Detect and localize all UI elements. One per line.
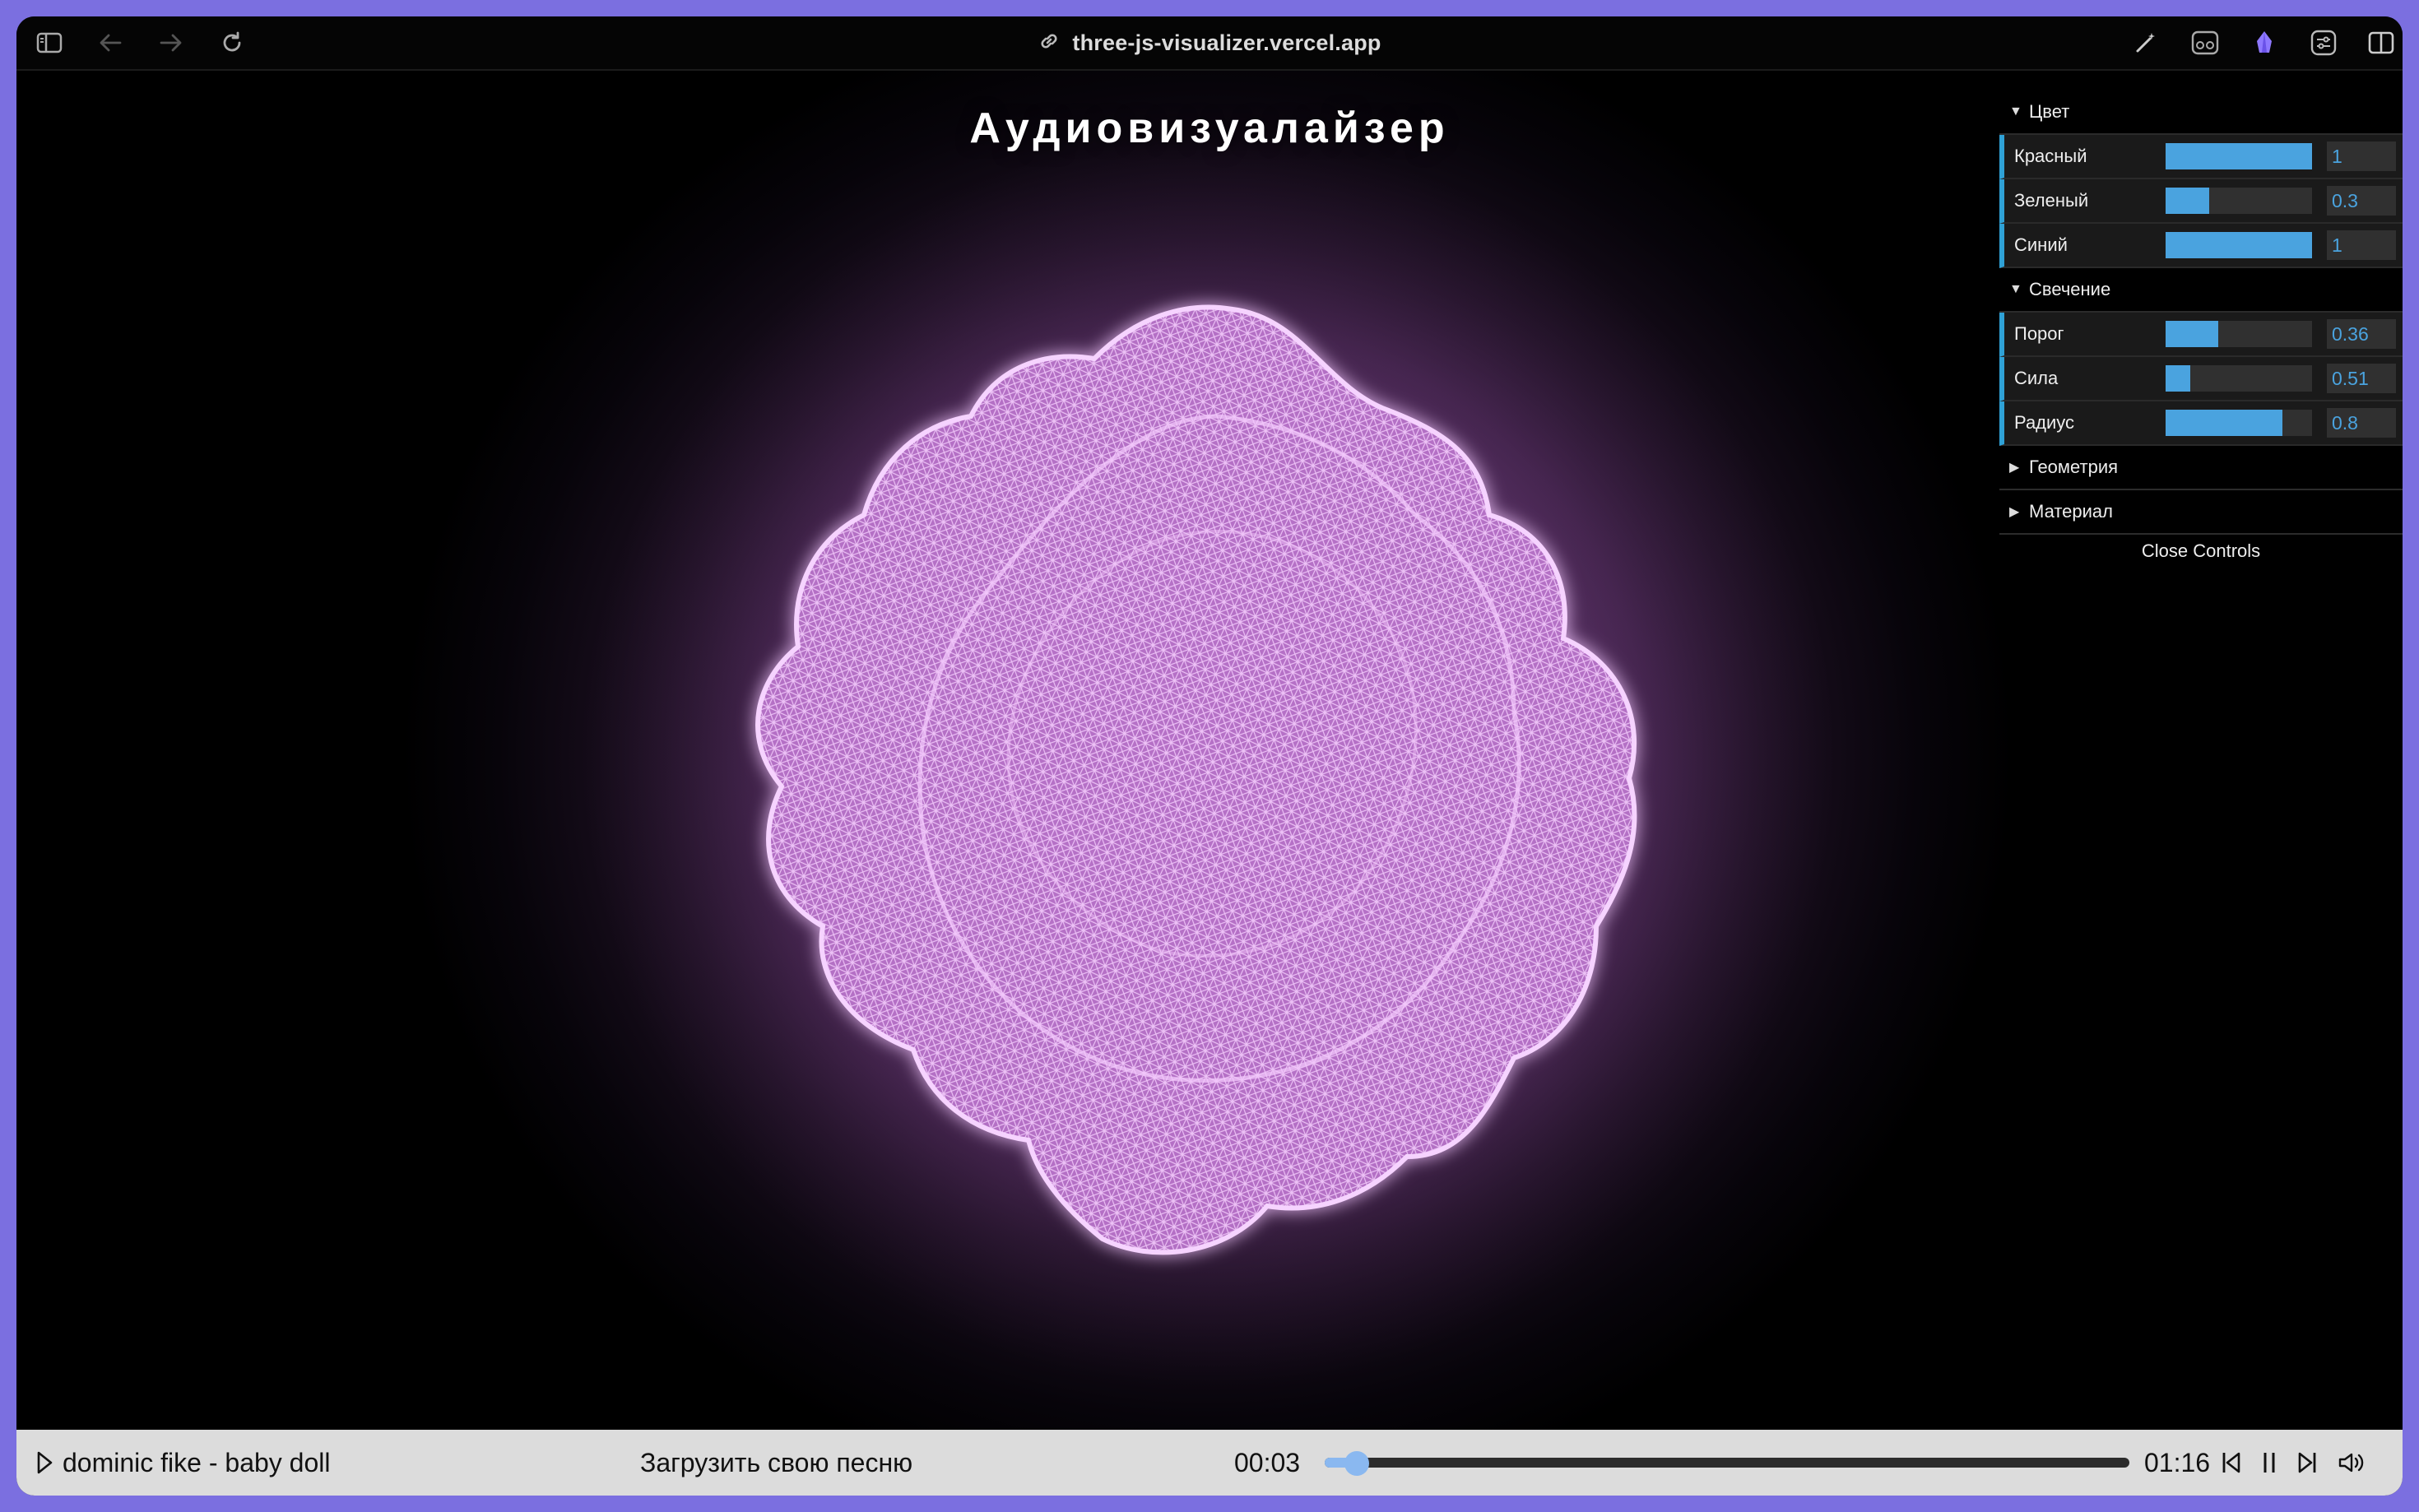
folder-title: Материал: [2029, 501, 2113, 522]
green-value-input[interactable]: 0.3: [2327, 186, 2396, 216]
caret-down-icon: ▼: [2009, 104, 2022, 118]
play-icon[interactable]: [28, 1446, 61, 1479]
split-view-icon[interactable]: [2365, 28, 2398, 58]
pause-icon[interactable]: [2253, 1446, 2286, 1479]
next-icon[interactable]: [2291, 1446, 2324, 1479]
folder-geometry[interactable]: ▶ Геометрия: [1999, 446, 2403, 490]
reader-glasses-icon[interactable]: [2189, 28, 2222, 58]
control-red: Красный 1: [1999, 135, 2403, 179]
back-icon[interactable]: [94, 28, 127, 58]
slider-fill: [2166, 232, 2312, 258]
caret-down-icon: ▼: [2009, 282, 2022, 296]
progress-thumb[interactable]: [1344, 1451, 1370, 1476]
track-title: dominic fike - baby doll: [63, 1448, 331, 1477]
sidebar-icon[interactable]: [33, 28, 66, 58]
control-blue: Синий 1: [1999, 224, 2403, 268]
folder-title: Цвет: [2029, 101, 2070, 122]
control-green: Зеленый 0.3: [1999, 179, 2403, 224]
reload-icon[interactable]: [216, 28, 248, 58]
current-time: 00:03: [1234, 1448, 1301, 1477]
red-value-input[interactable]: 1: [2327, 141, 2396, 171]
threshold-value-input[interactable]: 0.36: [2327, 319, 2396, 349]
caret-right-icon: ▶: [2009, 505, 2020, 519]
caret-right-icon: ▶: [2009, 461, 2020, 475]
slider-fill: [2166, 143, 2312, 169]
audio-player: dominic fike - baby doll Загрузить свою …: [16, 1430, 2403, 1496]
control-label: Сила: [2014, 368, 2059, 388]
radius-value-input[interactable]: 0.8: [2327, 408, 2396, 438]
control-strength: Сила 0.51: [1999, 357, 2403, 401]
control-label: Порог: [2014, 323, 2064, 344]
folder-glow[interactable]: ▼ Свечение: [1999, 268, 2403, 313]
control-label: Синий: [2014, 234, 2068, 255]
link-icon: [1038, 30, 1061, 57]
control-radius: Радиус 0.8: [1999, 401, 2403, 446]
extension-icon[interactable]: [2248, 28, 2281, 58]
folder-title: Геометрия: [2029, 457, 2119, 477]
browser-window: three-js-visualizer.vercel.app Аудиовизу…: [16, 16, 2403, 1496]
progress-track[interactable]: [1325, 1458, 2129, 1468]
controls-panel: ▼ Цвет Красный 1 Зеленый 0.3 Синий 1 ▼ С…: [1999, 90, 2403, 568]
magic-wand-icon[interactable]: [2129, 28, 2162, 58]
control-label: Радиус: [2014, 412, 2075, 433]
slider-fill: [2166, 410, 2283, 436]
red-slider[interactable]: [2166, 143, 2312, 169]
folder-color[interactable]: ▼ Цвет: [1999, 90, 2403, 135]
duration: 01:16: [2144, 1448, 2211, 1477]
threshold-slider[interactable]: [2166, 321, 2312, 347]
settings-sliders-icon[interactable]: [2307, 28, 2340, 58]
radius-slider[interactable]: [2166, 410, 2312, 436]
folder-material[interactable]: ▶ Материал: [1999, 490, 2403, 535]
close-controls-button[interactable]: Close Controls: [1999, 535, 2403, 568]
green-slider[interactable]: [2166, 188, 2312, 214]
slider-fill: [2166, 365, 2191, 392]
forward-icon[interactable]: [155, 28, 188, 58]
upload-song-button[interactable]: Загрузить свою песню: [640, 1448, 912, 1478]
strength-slider[interactable]: [2166, 365, 2312, 392]
strength-value-input[interactable]: 0.51: [2327, 364, 2396, 393]
control-label: Красный: [2014, 146, 2087, 166]
browser-toolbar: three-js-visualizer.vercel.app: [16, 16, 2403, 71]
previous-icon[interactable]: [2215, 1446, 2248, 1479]
control-threshold: Порог 0.36: [1999, 313, 2403, 357]
folder-title: Свечение: [2029, 279, 2111, 299]
slider-fill: [2166, 188, 2210, 214]
address-text: three-js-visualizer.vercel.app: [1072, 30, 1381, 55]
control-label: Зеленый: [2014, 190, 2089, 211]
address-bar[interactable]: three-js-visualizer.vercel.app: [963, 25, 1456, 61]
slider-fill: [2166, 321, 2219, 347]
volume-icon[interactable]: [2335, 1446, 2368, 1479]
blue-slider[interactable]: [2166, 232, 2312, 258]
visualizer-canvas[interactable]: Аудиовизуалайзер ▼ Цвет Красный 1 Зелены…: [16, 71, 2403, 1430]
blue-value-input[interactable]: 1: [2327, 230, 2396, 260]
